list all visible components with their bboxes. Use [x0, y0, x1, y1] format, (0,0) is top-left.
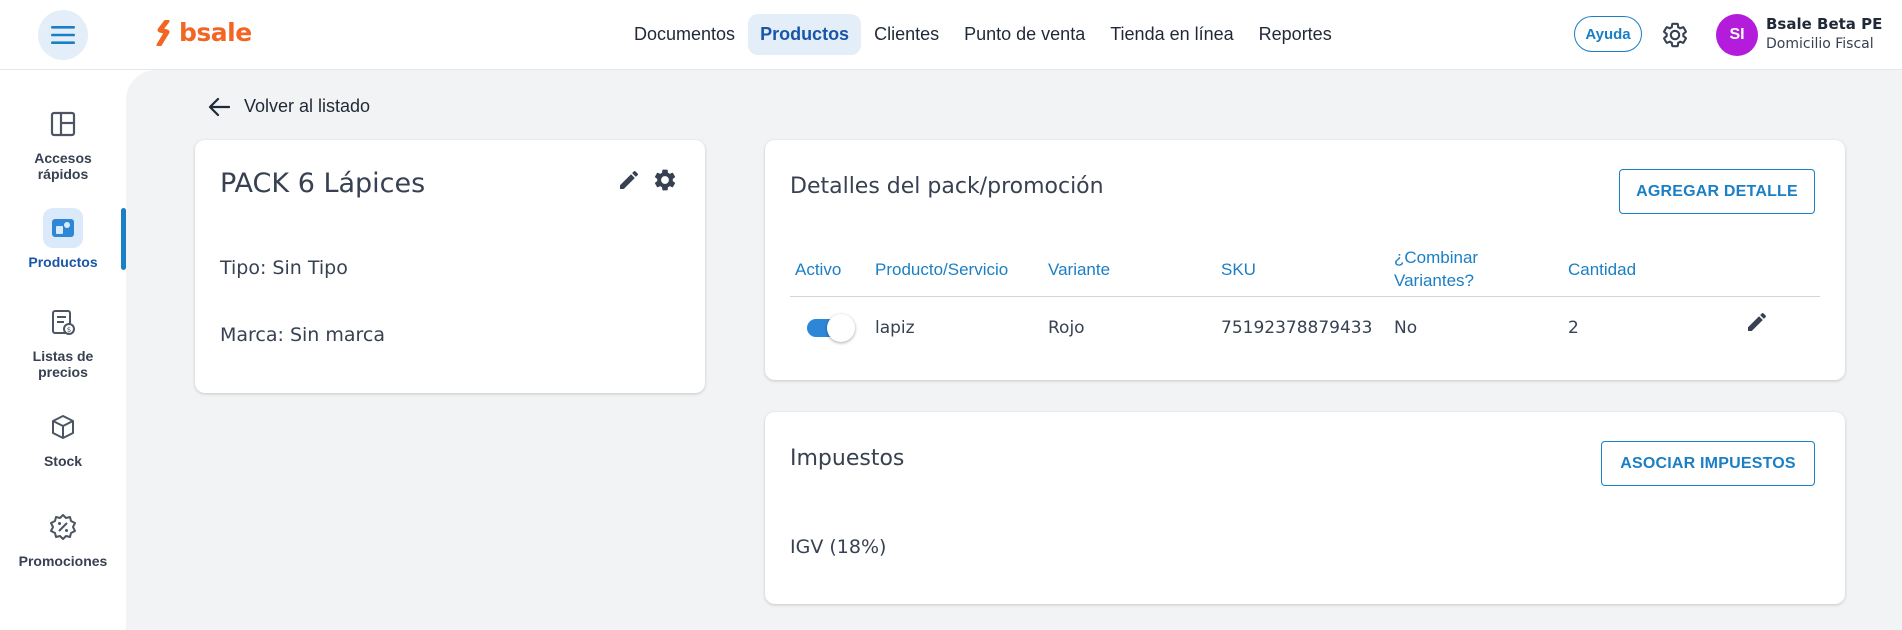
product-settings-button[interactable] — [651, 166, 679, 194]
layout-icon — [50, 111, 76, 137]
product-brand: Marca: Sin marca — [220, 324, 386, 346]
edit-detail-button[interactable] — [1743, 308, 1771, 336]
sidebar-item-accesos-rapidos[interactable]: Accesos rápidos — [0, 104, 126, 182]
back-to-list-link[interactable]: Volver al listado — [208, 96, 370, 117]
nav-documentos[interactable]: Documentos — [622, 14, 747, 55]
sidebar-label-promociones: Promociones — [18, 553, 108, 569]
sidebar-item-productos[interactable]: Productos — [0, 208, 126, 270]
settings-gear-icon[interactable] — [1661, 21, 1689, 49]
user-avatar[interactable]: SI — [1716, 14, 1758, 56]
help-button[interactable]: Ayuda — [1574, 16, 1642, 52]
price-list-icon: $ — [52, 310, 75, 335]
sidebar-item-listas-de-precios[interactable]: $ Listas de precios — [0, 302, 126, 380]
top-bar: bsale Documentos Productos Clientes Punt… — [0, 0, 1902, 70]
column-variantes: Variantes? — [1394, 271, 1475, 290]
logo-text: bsale — [179, 18, 252, 47]
main-nav: Documentos Productos Clientes Punto de v… — [622, 14, 1345, 55]
nav-reportes[interactable]: Reportes — [1247, 14, 1344, 55]
back-link-label: Volver al listado — [244, 96, 371, 116]
user-name[interactable]: Bsale Beta PE — [1766, 15, 1882, 33]
svg-text:$: $ — [67, 326, 71, 334]
gear-icon — [654, 169, 676, 191]
column-activo: Activo — [795, 260, 842, 279]
column-combinar: ¿Combinar — [1394, 248, 1479, 267]
sidebar-label-listas-de-precios: Listas de precios — [32, 348, 94, 380]
product-title: PACK 6 Lápices — [220, 168, 426, 199]
product-summary-card: PACK 6 Lápices Tipo: Sin Tipo Marca: Sin… — [195, 140, 705, 393]
pencil-icon — [1748, 312, 1767, 331]
column-producto-servicio: Producto/Servicio — [875, 260, 1009, 279]
sidebar-label-productos: Productos — [28, 254, 98, 270]
nav-tienda-en-linea[interactable]: Tienda en línea — [1098, 14, 1245, 55]
add-detail-button[interactable]: AGREGAR DETALLE — [1619, 169, 1815, 214]
sidebar-label-stock: Stock — [43, 453, 83, 469]
sidebar-item-promociones[interactable]: Promociones — [0, 507, 126, 569]
taxes-title: Impuestos — [790, 446, 905, 471]
cell-variant: Rojo — [1048, 318, 1085, 338]
pack-details-card: Detalles del pack/promoción AGREGAR DETA… — [765, 140, 1845, 380]
user-branch[interactable]: Domicilio Fiscal — [1766, 36, 1874, 52]
active-toggle[interactable] — [807, 312, 855, 342]
box-icon — [52, 415, 74, 439]
taxes-card: Impuestos ASOCIAR IMPUESTOS IGV (18%) — [765, 412, 1845, 604]
discount-badge-icon — [50, 514, 76, 540]
product-type: Tipo: Sin Tipo — [220, 257, 348, 279]
cell-quantity: 2 — [1568, 318, 1579, 338]
arrow-left-icon — [208, 97, 230, 116]
tax-item: IGV (18%) — [790, 536, 887, 558]
sidebar-item-stock[interactable]: Stock — [0, 407, 126, 469]
bsale-logo[interactable]: bsale — [155, 18, 252, 47]
nav-punto-de-venta[interactable]: Punto de venta — [952, 14, 1097, 55]
column-sku: SKU — [1221, 260, 1256, 279]
sidebar-label-accesos-rapidos: Accesos rápidos — [34, 150, 92, 182]
nav-productos[interactable]: Productos — [748, 14, 862, 55]
edit-product-button[interactable] — [615, 166, 643, 194]
column-variante: Variante — [1048, 260, 1111, 279]
table-divider — [790, 296, 1820, 297]
toggle-knob — [827, 314, 855, 342]
menu-button[interactable] — [38, 10, 88, 60]
column-cantidad: Cantidad — [1568, 260, 1637, 279]
associate-taxes-button[interactable]: ASOCIAR IMPUESTOS — [1601, 441, 1815, 486]
cell-product: lapiz — [875, 318, 915, 338]
hamburger-menu-icon — [51, 26, 75, 44]
pencil-icon — [620, 170, 639, 189]
bsale-logo-mark-icon — [156, 19, 170, 46]
products-icon — [52, 219, 74, 237]
cell-sku: 75192378879433 — [1221, 318, 1373, 338]
details-table-header: Activo Producto/Servicio Variante SKU ¿C… — [765, 244, 1845, 296]
product-actions — [615, 166, 679, 194]
cell-combine: No — [1394, 318, 1418, 338]
details-title: Detalles del pack/promoción — [790, 174, 1104, 199]
nav-clientes[interactable]: Clientes — [862, 14, 951, 55]
